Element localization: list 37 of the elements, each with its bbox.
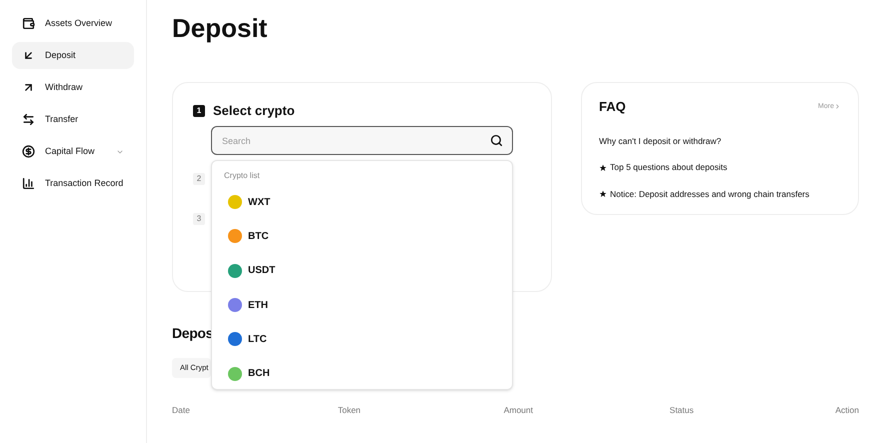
crypto-option[interactable]: USDT (224, 254, 512, 288)
wallet-icon (22, 17, 35, 30)
page-title: Deposit (172, 12, 268, 44)
sidebar-item[interactable]: Assets Overview (12, 10, 134, 37)
transfer-icon (22, 113, 35, 126)
chevron-icon (834, 103, 841, 110)
faq-link[interactable]: Top 5 questions about deposits (610, 161, 728, 174)
sidebar-item[interactable]: Deposit (12, 42, 134, 69)
coin-icon (22, 145, 35, 158)
faq-link[interactable]: Why can't I deposit or withdraw? (599, 134, 722, 148)
column-header: Token (338, 404, 362, 417)
column-header: Action (835, 404, 859, 417)
step-number: 1 (193, 104, 205, 117)
crypto-option[interactable]: WXT (224, 185, 512, 220)
column-header: Date (172, 404, 191, 417)
sidebar-item[interactable]: Capital Flow (12, 138, 134, 165)
step-number: 2 (193, 172, 205, 184)
crypto-option[interactable]: BCH (224, 356, 512, 391)
crypto-option[interactable]: ETH (224, 288, 512, 322)
arrow-icon (22, 81, 35, 94)
history-title: Depos (172, 324, 214, 343)
dropdown-heading: Crypto list (224, 170, 260, 182)
step-number: 3 (193, 212, 205, 224)
column-header: Status (670, 404, 695, 417)
step-title: Select crypto (213, 102, 295, 120)
search-icon (490, 134, 503, 147)
faq-title: FAQ (599, 98, 626, 116)
chart-icon (22, 177, 35, 190)
sidebar-item[interactable]: Withdraw (12, 74, 134, 101)
crypto-option[interactable]: BTC (224, 219, 512, 254)
sidebar-item[interactable]: Transfer (12, 106, 134, 133)
crypto-option[interactable]: LTC (224, 322, 512, 356)
arrow-icon (22, 49, 35, 62)
sidebar-item[interactable]: Transaction Record (12, 170, 134, 197)
search-field[interactable]: Search (211, 126, 513, 155)
faq-link[interactable]: Notice: Deposit addresses and wrong chain transfers (610, 188, 810, 201)
column-header: Amount (504, 404, 534, 417)
